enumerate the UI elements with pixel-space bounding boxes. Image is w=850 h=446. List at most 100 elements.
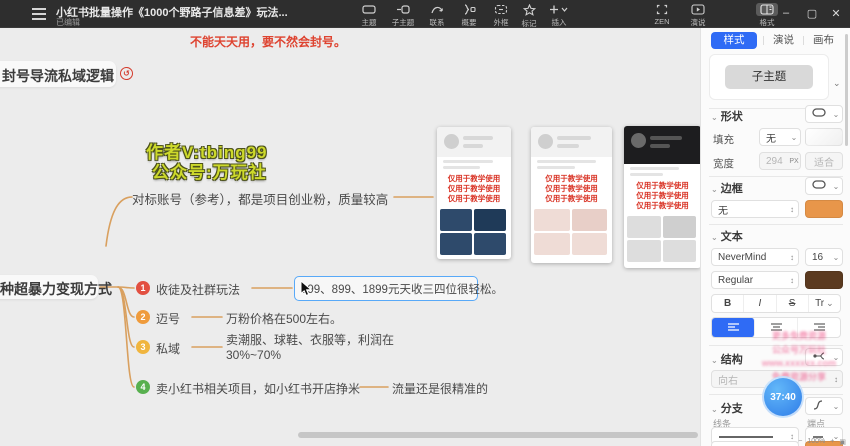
topic-button[interactable]: 主题 (352, 3, 386, 28)
border-section-label[interactable]: ⌄边框 (711, 180, 743, 196)
recording-timer-bubble[interactable]: 37:40 (762, 376, 804, 418)
line-icon (712, 431, 786, 442)
item-1-label[interactable]: 收徒及社群玩法 (156, 281, 240, 298)
alignment-buttons (711, 317, 841, 338)
item-3-detail[interactable]: 卖潮服、球鞋、衣服等，利润在30%~70% (226, 333, 402, 363)
boundary-icon (490, 3, 512, 16)
app-window: 小红书批量操作《1000个野路子信息差》玩法... 已编辑 主题 子主题 联系 … (0, 0, 850, 446)
minimize-button[interactable]: – (774, 0, 798, 26)
red-marker-icon[interactable]: ↺ (120, 67, 133, 80)
line-width-stepper[interactable]: ↕ (711, 441, 799, 446)
fit-screen-icon[interactable]: ▣ (839, 438, 846, 446)
zoom-level: 100% (807, 438, 825, 445)
zen-mode-button[interactable]: ZEN (645, 3, 679, 26)
structure-section-label[interactable]: ⌄结构 (711, 351, 743, 367)
document-title: 小红书批量操作《1000个野路子信息差》玩法... (56, 4, 288, 20)
ban-logic-node[interactable]: 封号导流私域逻辑 (2, 66, 114, 86)
card-1-overlay: 仅用于教学使用仅用于教学使用仅用于教学使用 (437, 172, 511, 206)
badge-4-icon: 4 (136, 380, 150, 394)
zoom-in-icon[interactable]: + (830, 438, 834, 445)
item-2-detail[interactable]: 万粉价格在500左右。 (226, 310, 342, 327)
menu-icon[interactable] (32, 8, 46, 20)
font-weight-stepper[interactable]: Regular↕ (711, 271, 799, 289)
benchmark-node[interactable]: 对标账号（参考），都是项目创业粉，质量较高 (132, 189, 388, 208)
card-2-header (531, 127, 612, 157)
topic-preview-card: 子主题 (709, 54, 829, 100)
zoom-out-icon[interactable]: − (798, 438, 802, 445)
document-status: 已编辑 (56, 17, 80, 28)
item-1-detail-text: 699、899、1899元天收三四位很轻松。 (295, 277, 477, 297)
mouse-cursor (300, 280, 313, 297)
align-right-button[interactable] (798, 318, 840, 337)
bold-button[interactable]: B (712, 295, 744, 312)
item-4-label[interactable]: 卖小红书相关项目，如小红书开店挣米 (156, 380, 360, 397)
italic-button[interactable]: I (744, 295, 776, 312)
curve-icon (806, 400, 830, 413)
summary-icon (458, 3, 480, 16)
card-2-meta (531, 157, 612, 169)
titlebar: 小红书批量操作《1000个野路子信息差》玩法... 已编辑 主题 子主题 联系 … (0, 0, 850, 28)
status-bar: − 100% + ▣ (798, 437, 846, 446)
presentation-button[interactable]: 演说 (681, 3, 715, 28)
relationship-icon (426, 3, 448, 16)
badge-1-icon: 1 (136, 281, 150, 295)
fill-select[interactable]: 无⌄ (759, 128, 801, 146)
card-3-posts (624, 213, 701, 265)
branch-section-label[interactable]: ⌄分支 (711, 400, 743, 416)
plus-icon (545, 3, 573, 16)
subtopic-preview[interactable]: 子主题 (725, 65, 813, 89)
fill-color-swatch[interactable] (805, 128, 843, 146)
font-size-select[interactable]: 16⌄ (805, 248, 843, 266)
border-shape-select[interactable]: ⌄ (805, 177, 843, 195)
align-left-button[interactable] (712, 318, 755, 337)
branch-style-select[interactable]: ⌄ (805, 397, 843, 415)
tab-style[interactable]: 样式 (711, 32, 757, 49)
item-1-detail-selected[interactable]: 699、899、1899元天收三四位很轻松。 (294, 276, 478, 301)
topic-icon (358, 3, 380, 16)
maximize-button[interactable]: ▢ (800, 0, 824, 26)
shape-section-label[interactable]: ⌄形状 (711, 108, 743, 124)
avatar (631, 133, 646, 148)
tab-canvas[interactable]: 画布 (813, 32, 834, 49)
strikethrough-button[interactable]: S (777, 295, 809, 312)
text-case-button[interactable]: Tr⌄ (809, 295, 840, 312)
card-2-posts (531, 206, 612, 258)
card-1-header (437, 127, 511, 157)
shape-select[interactable]: ⌄ (805, 105, 843, 123)
border-width-stepper[interactable]: 无↕ (711, 200, 799, 218)
align-center-button[interactable] (755, 318, 798, 337)
summary-button[interactable]: 概要 (452, 3, 486, 28)
preview-chevron-icon[interactable]: ⌄ (833, 73, 841, 91)
width-input[interactable]: 294PX (759, 152, 801, 170)
relationship-button[interactable]: 联系 (420, 3, 454, 28)
marker-button[interactable]: 标记 (512, 3, 546, 29)
item-3-label[interactable]: 私域 (156, 340, 180, 357)
item-2-label[interactable]: 迈号 (156, 310, 180, 327)
card-3-meta (624, 164, 701, 176)
tab-presentation[interactable]: 演说 (773, 32, 794, 49)
structure-select[interactable]: ⌄ (805, 348, 843, 366)
border-color-swatch[interactable] (805, 200, 843, 218)
badge-2-icon: 2 (136, 310, 150, 324)
close-button[interactable]: ✕ (824, 0, 848, 26)
mindmap-canvas[interactable]: 不能天天用，要不然会封号。 封号导流私域逻辑 ↺ 作者V:tbing99 公众号… (0, 28, 700, 446)
card-3-overlay: 仅用于教学使用仅用于教学使用仅用于教学使用 (624, 179, 701, 213)
insert-button[interactable]: 插入 (542, 3, 576, 28)
zen-icon (652, 3, 672, 16)
text-style-buttons: B I S Tr⌄ (711, 294, 841, 313)
reference-screenshot-3[interactable]: 仅用于教学使用仅用于教学使用仅用于教学使用 (624, 126, 701, 268)
star-icon (519, 3, 540, 17)
subtopic-button[interactable]: 子主题 (386, 3, 420, 28)
horizontal-scrollbar[interactable] (298, 432, 698, 438)
text-section-label[interactable]: ⌄文本 (711, 228, 743, 244)
reference-screenshot-1[interactable]: 仅用于教学使用仅用于教学使用仅用于教学使用 (437, 127, 511, 259)
text-color-swatch[interactable] (805, 271, 843, 289)
fit-button[interactable]: 适合 (805, 152, 843, 170)
monetize-node[interactable]: 种超暴力变现方式 (0, 279, 112, 299)
font-family-stepper[interactable]: NeverMind↕ (711, 248, 799, 266)
fill-label: 填充 (713, 132, 734, 147)
vertical-scrollbar[interactable] (845, 34, 848, 146)
item-4-detail[interactable]: 流量还是很精准的 (392, 380, 488, 397)
card-1-posts (437, 206, 511, 258)
reference-screenshot-2[interactable]: 仅用于教学使用仅用于教学使用仅用于教学使用 (531, 127, 612, 263)
